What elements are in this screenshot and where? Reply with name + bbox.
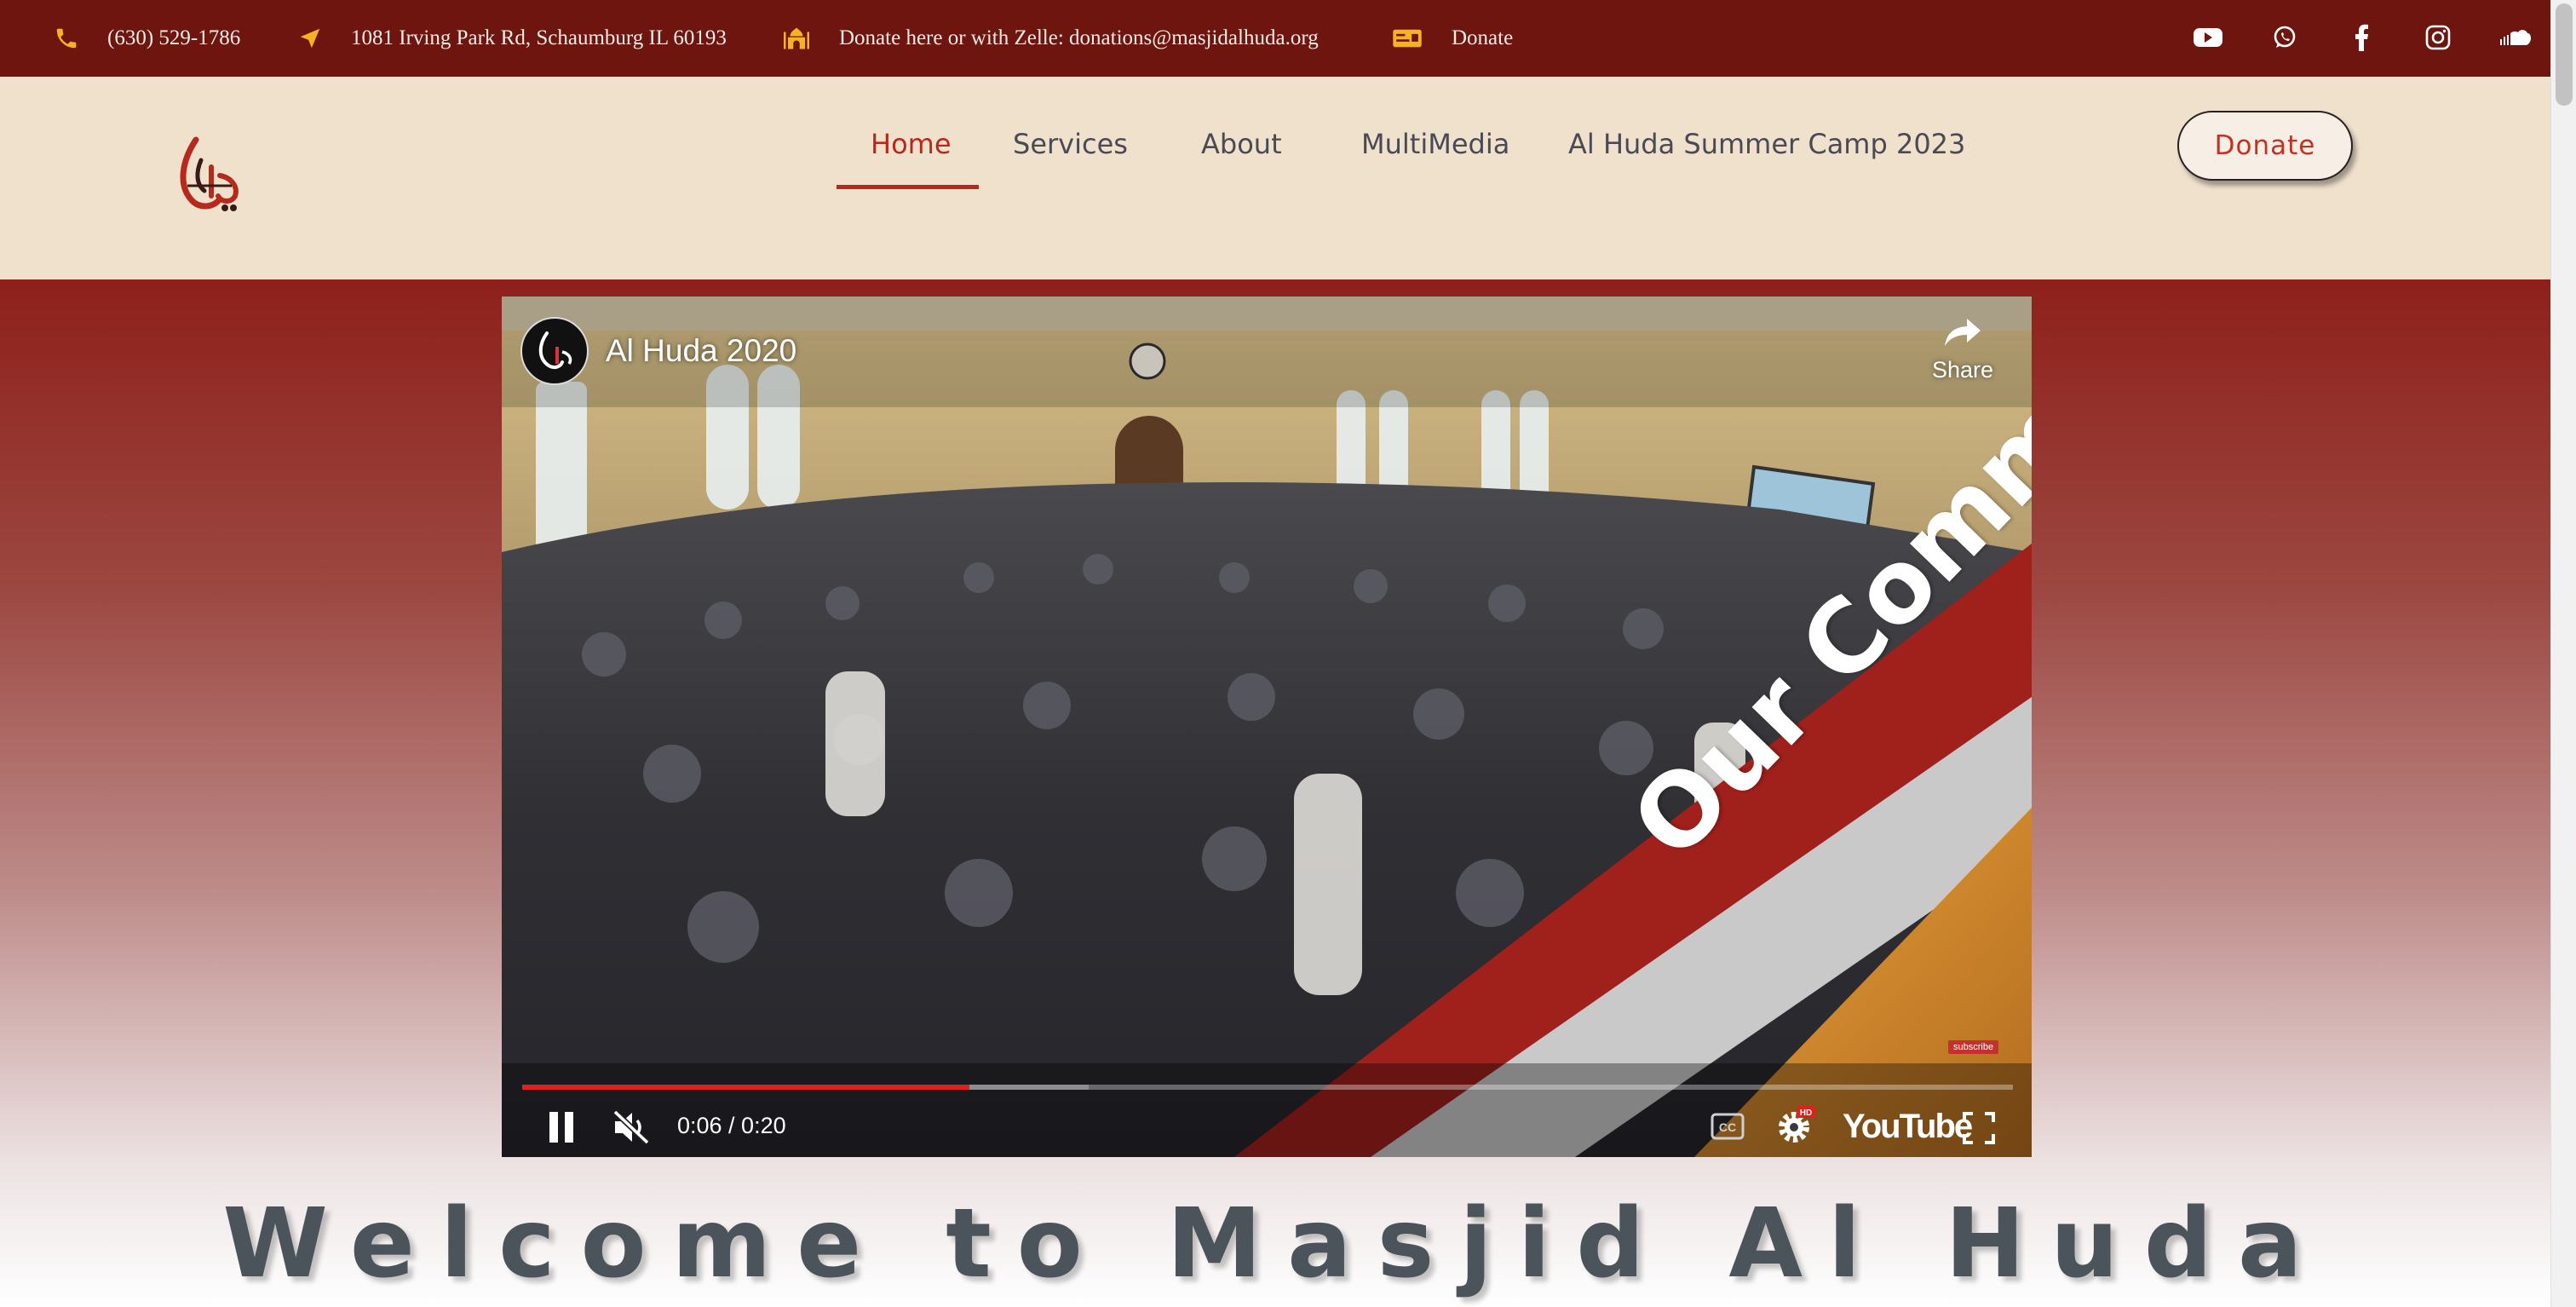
video-controls: 0:06 / 0:20 CC HD YouTube: [502, 1097, 2032, 1157]
nav-about[interactable]: About: [1201, 128, 1282, 160]
svg-text:CC: CC: [1719, 1120, 1736, 1134]
phone-item[interactable]: (630) 529-1786: [51, 23, 240, 54]
mosque-icon: [781, 23, 812, 54]
location-arrow-icon: [295, 23, 325, 54]
site-header: Home Services About MultiMedia Al Huda S…: [0, 77, 2550, 279]
welcome-heading: Welcome to Masjid Al Huda: [222, 1189, 2328, 1299]
captions-icon[interactable]: CC: [1710, 1110, 1745, 1143]
instagram-icon[interactable]: [2421, 20, 2455, 55]
subscribe-badge[interactable]: subscribe: [1948, 1040, 1999, 1054]
channel-avatar[interactable]: [520, 317, 589, 385]
address-item[interactable]: 1081 Irving Park Rd, Schaumburg IL 60193: [295, 23, 727, 54]
scrollbar-thumb[interactable]: [2556, 3, 2573, 106]
nav-services[interactable]: Services: [1013, 128, 1128, 160]
nav-multimedia[interactable]: MultiMedia: [1361, 128, 1509, 160]
share-label: Share: [1931, 357, 1994, 383]
phone-icon: [51, 23, 82, 54]
masjid-logo[interactable]: [170, 135, 247, 216]
mute-icon[interactable]: [611, 1108, 652, 1147]
video-player[interactable]: Our Community Al Huda 2020 Share subscri…: [502, 297, 2032, 1157]
facebook-icon[interactable]: [2344, 20, 2378, 55]
page-scrollbar[interactable]: [2550, 0, 2576, 1307]
video-time: 0:06 / 0:20: [677, 1113, 786, 1138]
phone-number: (630) 529-1786: [107, 26, 241, 49]
share-button[interactable]: Share: [1924, 315, 2001, 383]
donate-link-text: Donate: [1452, 26, 1514, 49]
nav-active-underline: [837, 185, 979, 189]
youtube-icon[interactable]: [2191, 20, 2225, 55]
video-progress-fill: [522, 1085, 969, 1090]
donate-button[interactable]: Donate: [2177, 111, 2353, 181]
whatsapp-icon[interactable]: [2268, 20, 2302, 55]
video-title-bar: Al Huda 2020: [520, 317, 796, 385]
video-progress-bar[interactable]: [522, 1085, 2013, 1090]
settings-icon[interactable]: HD: [1776, 1106, 1815, 1145]
address-text: 1081 Irving Park Rd, Schaumburg IL 60193: [351, 26, 727, 49]
top-info-bar: (630) 529-1786 1081 Irving Park Rd, Scha…: [0, 0, 2550, 77]
zelle-item[interactable]: Donate here or with Zelle: donations@mas…: [781, 23, 1319, 54]
video-title[interactable]: Al Huda 2020: [606, 333, 796, 369]
nav-home[interactable]: Home: [871, 128, 952, 160]
share-icon: [1945, 319, 1981, 346]
donate-link[interactable]: Donate: [1392, 23, 1513, 54]
money-card-icon: [1392, 23, 1423, 54]
nav-summer-camp[interactable]: Al Huda Summer Camp 2023: [1568, 128, 1965, 160]
fullscreen-icon[interactable]: [1962, 1111, 1996, 1145]
hd-badge: HD: [1800, 1108, 1812, 1118]
zelle-text: Donate here or with Zelle: donations@mas…: [839, 26, 1319, 49]
soundcloud-icon[interactable]: [2498, 20, 2532, 55]
youtube-logo[interactable]: YouTube: [1843, 1108, 1973, 1146]
pause-icon[interactable]: [544, 1109, 578, 1145]
